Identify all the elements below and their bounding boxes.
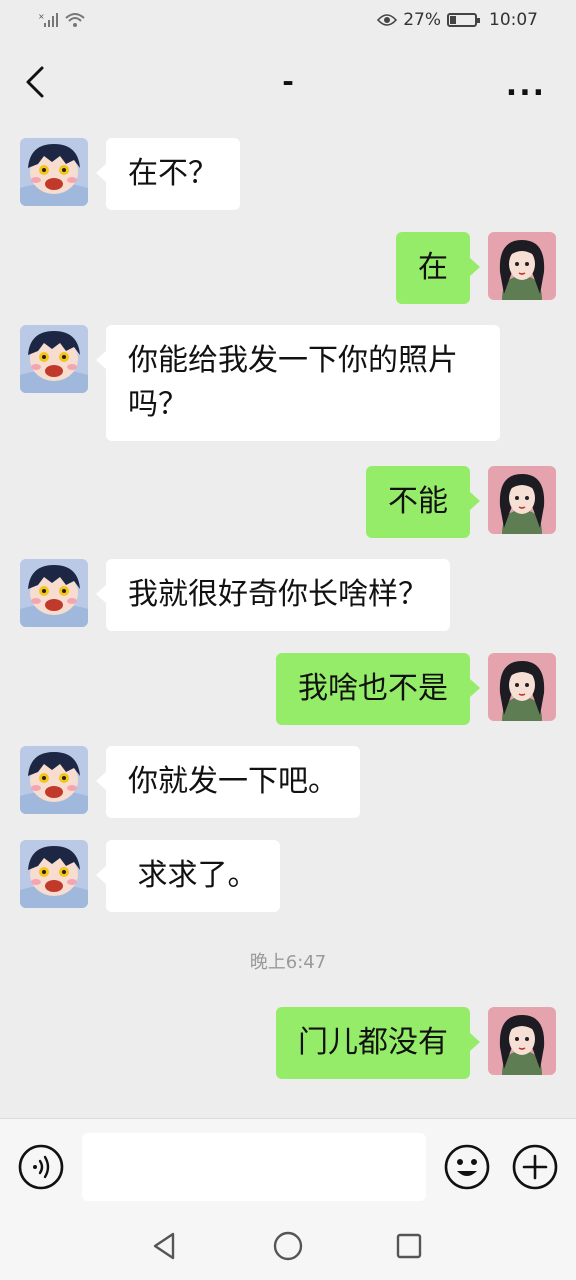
- contact-avatar[interactable]: [20, 325, 88, 393]
- user-avatar[interactable]: [488, 653, 556, 721]
- received-bubble[interactable]: 你就发一下吧。: [96, 746, 360, 818]
- sent-bubble[interactable]: 门儿都没有: [276, 1007, 480, 1079]
- sent-bubble[interactable]: 在: [396, 232, 480, 304]
- contact-avatar[interactable]: [20, 746, 88, 814]
- circle-home-icon[interactable]: [272, 1230, 304, 1262]
- chat-title: -: [282, 64, 294, 98]
- user-avatar[interactable]: [488, 232, 556, 300]
- triangle-back-icon[interactable]: [149, 1230, 181, 1262]
- message-row: 门儿都没有: [276, 1007, 556, 1079]
- input-bar: [0, 1118, 576, 1214]
- square-recents-icon[interactable]: [393, 1230, 425, 1262]
- system-nav-bar: [0, 1214, 576, 1280]
- chat-header: - ...: [0, 40, 576, 122]
- status-right: 27% 10:07: [377, 10, 538, 30]
- status-bar: × 27% 10:07: [0, 0, 576, 40]
- received-bubble[interactable]: 我就很好奇你长啥样？: [96, 559, 450, 631]
- clock: 10:07: [489, 10, 538, 30]
- chevron-left-icon[interactable]: [20, 62, 50, 102]
- received-bubble[interactable]: 求求了。: [96, 840, 280, 912]
- wifi-icon: [65, 13, 85, 27]
- message-row: 求求了。: [20, 840, 280, 912]
- status-left: ×: [38, 12, 86, 28]
- emoji-icon[interactable]: [443, 1143, 491, 1191]
- message-row: 你就发一下吧。: [20, 746, 360, 818]
- contact-avatar[interactable]: [20, 559, 88, 627]
- message-row: 我啥也不是: [276, 653, 556, 725]
- more-dots-icon[interactable]: ...: [506, 68, 546, 103]
- user-avatar[interactable]: [488, 466, 556, 534]
- message-row: 你能给我发一下你的照片吗？: [20, 325, 500, 441]
- battery-icon: [447, 13, 480, 27]
- message-row: 在: [396, 232, 556, 304]
- message-row: 不能: [366, 466, 556, 538]
- sent-bubble[interactable]: 不能: [366, 466, 480, 538]
- message-timestamp: 晚上6:47: [249, 952, 327, 973]
- received-bubble[interactable]: 你能给我发一下你的照片吗？: [96, 325, 500, 441]
- contact-avatar[interactable]: [20, 138, 88, 206]
- svg-text:×: ×: [38, 12, 45, 21]
- signal-icon: ×: [38, 12, 58, 27]
- contact-avatar[interactable]: [20, 840, 88, 908]
- battery-fill: [450, 16, 457, 24]
- sent-bubble[interactable]: 我啥也不是: [276, 653, 480, 725]
- message-row: 我就很好奇你长啥样？: [20, 559, 450, 631]
- message-input[interactable]: [82, 1133, 426, 1201]
- voice-icon[interactable]: [17, 1143, 65, 1191]
- eye-icon: [377, 14, 398, 26]
- plus-icon[interactable]: [511, 1143, 559, 1191]
- battery-percent: 27%: [403, 10, 441, 30]
- received-bubble[interactable]: 在不？: [96, 138, 240, 210]
- user-avatar[interactable]: [488, 1007, 556, 1075]
- message-row: 在不？: [20, 138, 240, 210]
